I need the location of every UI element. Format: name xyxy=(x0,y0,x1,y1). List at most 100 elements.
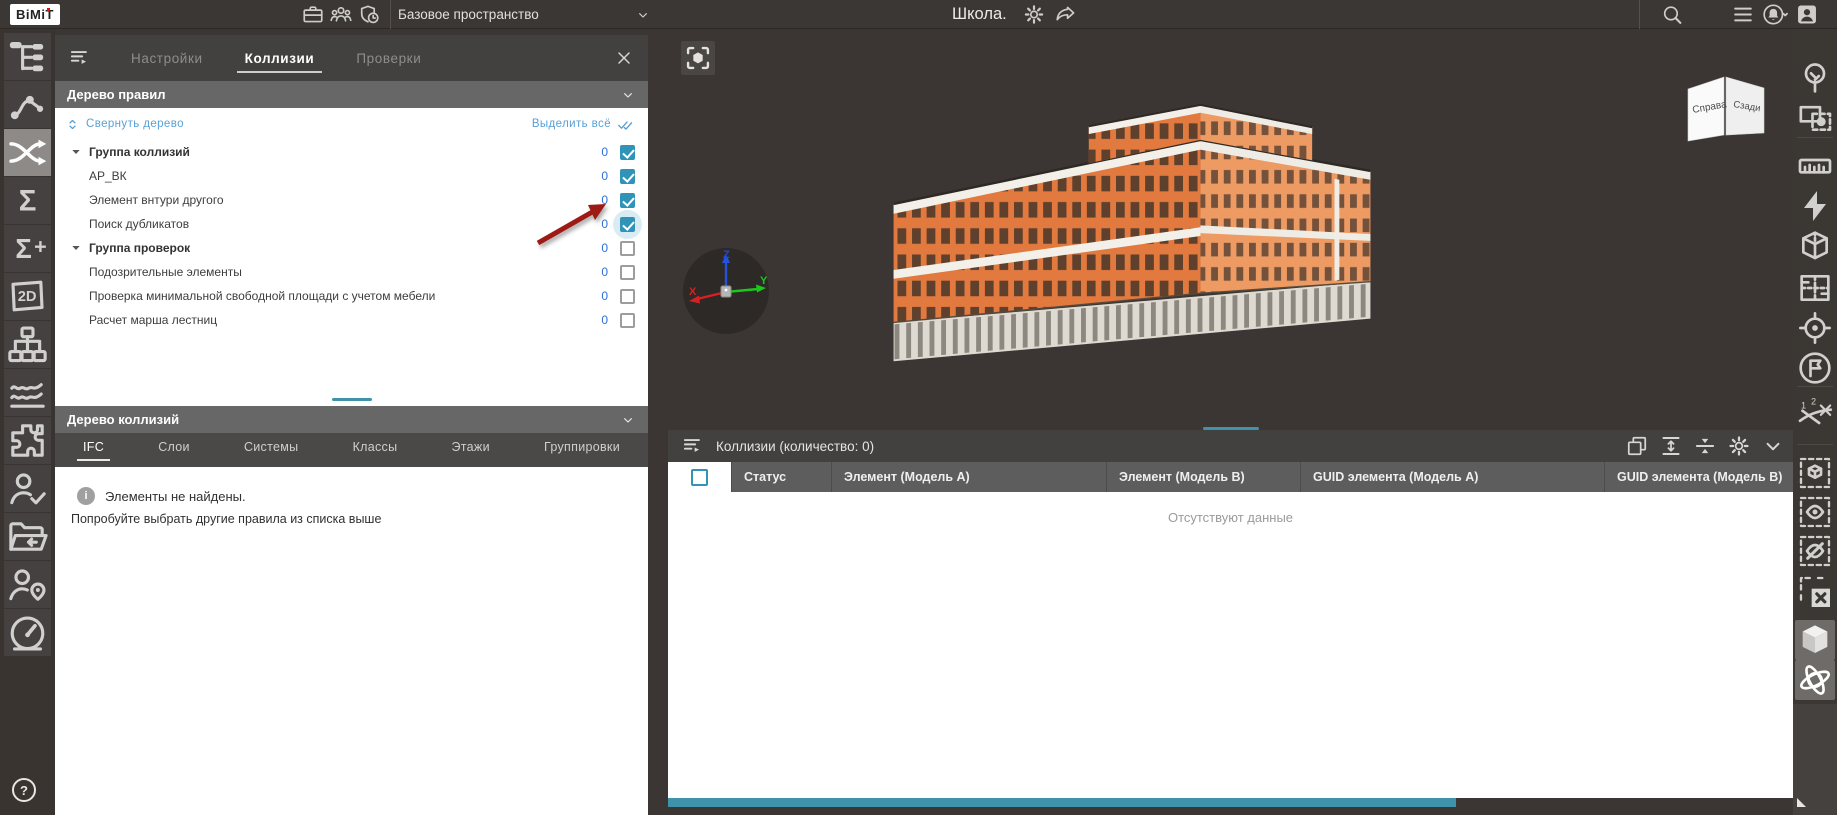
right-toolbar-flash-icon[interactable] xyxy=(1795,186,1835,226)
axis-gizmo[interactable]: Z Y X xyxy=(681,245,771,335)
panel-resize-handle[interactable] xyxy=(331,398,372,401)
collapse-tree-link[interactable]: Свернуть дерево xyxy=(65,117,184,132)
left-toolbar-collisions-icon[interactable] xyxy=(4,129,51,176)
notifications-icon[interactable] xyxy=(1760,2,1790,27)
expand-vertical-icon[interactable] xyxy=(1657,433,1685,459)
right-toolbar-tree-icon[interactable] xyxy=(1795,58,1835,98)
panel-menu-icon[interactable] xyxy=(680,433,706,459)
fit-view-button[interactable] xyxy=(681,41,715,75)
navigation-cube[interactable]: Справа Сзади xyxy=(1684,71,1768,147)
left-toolbar-sigma-plus-icon[interactable]: Σ + xyxy=(4,225,51,272)
collision-tab-группировки[interactable]: Группировки xyxy=(538,433,626,459)
duplicate-icon[interactable] xyxy=(1623,433,1651,459)
left-toolbar-user-check-icon[interactable] xyxy=(4,465,51,512)
rules-tree-header[interactable]: Дерево правил xyxy=(55,81,648,108)
help-button[interactable]: ? xyxy=(12,778,36,802)
collision-tab-этажи[interactable]: Этажи xyxy=(446,433,496,459)
left-toolbar-sigma-icon[interactable]: Σ xyxy=(4,177,51,224)
right-toolbar-view-cube-icon[interactable] xyxy=(1795,620,1835,660)
search-icon[interactable] xyxy=(1659,2,1685,27)
team-icon[interactable] xyxy=(328,2,354,27)
collision-tab-ifc[interactable]: IFC xyxy=(77,433,111,461)
rule-row[interactable]: Группа проверок 0 xyxy=(55,236,648,260)
bottom-panel-resize-handle[interactable] xyxy=(1202,427,1259,430)
rule-checkbox[interactable] xyxy=(613,209,642,239)
rule-checkbox[interactable] xyxy=(620,264,635,280)
rule-label: Группа проверок xyxy=(89,241,191,255)
left-toolbar-gauge-icon[interactable] xyxy=(4,609,51,656)
right-toolbar-selection-frames-icon[interactable] xyxy=(1795,98,1835,138)
rule-row[interactable]: Поиск дубликатов 0 xyxy=(55,209,648,239)
column-header: GUID элемента (Модель B) xyxy=(1617,470,1783,484)
settings-gear-icon[interactable] xyxy=(1021,2,1047,27)
horizontal-scrollbar xyxy=(668,798,1793,807)
collision-tab-классы[interactable]: Классы xyxy=(347,433,404,459)
left-toolbar-route-icon[interactable] xyxy=(4,81,51,128)
right-toolbar-show-box-icon[interactable] xyxy=(1795,492,1835,532)
rule-row[interactable]: АР_ВК 0 xyxy=(55,164,648,188)
settings-gear-icon[interactable] xyxy=(1725,433,1753,459)
collisions-tree-header[interactable]: Дерево коллизий xyxy=(55,406,648,433)
left-toolbar-user-location-icon[interactable] xyxy=(4,561,51,608)
scrollbar-thumb[interactable] xyxy=(668,798,1456,807)
tree-caret-icon[interactable] xyxy=(67,240,85,256)
tree-caret-icon[interactable] xyxy=(67,144,85,160)
left-toolbar-org-chart-icon[interactable] xyxy=(4,321,51,368)
close-icon[interactable] xyxy=(614,48,634,68)
right-toolbar-clear-selection-box-icon[interactable] xyxy=(1795,572,1835,612)
left-toolbar-charts-icon[interactable] xyxy=(4,369,51,416)
resize-grip-icon[interactable] xyxy=(1797,798,1806,807)
rules-tree-toolbar: Свернуть дерево Выделить всё xyxy=(55,108,648,140)
rule-checkbox[interactable] xyxy=(620,288,635,304)
viewport-canvas[interactable]: Справа Сзади Z Y X Коллизии (количество:… xyxy=(648,29,1793,815)
collision-tab-системы[interactable]: Системы xyxy=(238,433,304,459)
rule-checkbox[interactable] xyxy=(620,312,635,328)
left-toolbar-sheet-2d-icon[interactable]: 2D xyxy=(4,273,51,320)
select-all-link[interactable]: Выделить всё xyxy=(532,116,634,133)
left-toolbar-folder-share-icon[interactable] xyxy=(4,513,51,560)
collisions-tree-tabs: IFC Слои Системы Классы Этажи Группировки xyxy=(55,433,648,467)
rule-row[interactable]: Элемент внтури другого 0 xyxy=(55,188,648,212)
profile-icon[interactable] xyxy=(1794,2,1820,27)
right-toolbar-hide-box-icon[interactable] xyxy=(1795,531,1835,571)
left-toolbar-plugins-icon[interactable] xyxy=(4,417,51,464)
right-toolbar-flag-icon[interactable] xyxy=(1795,348,1835,388)
rule-checkbox[interactable] xyxy=(620,240,635,256)
axis-x-label: X xyxy=(689,286,697,298)
share-icon[interactable] xyxy=(1053,2,1079,27)
right-toolbar-locate-icon[interactable] xyxy=(1795,308,1835,348)
left-toolbar-model-tree-icon[interactable] xyxy=(4,33,51,80)
rule-count: 0 xyxy=(601,265,608,279)
shield-clock-icon[interactable] xyxy=(356,2,382,27)
collision-tab-слои[interactable]: Слои xyxy=(152,433,196,459)
right-toolbar-axes-clash-icon[interactable]: 12 xyxy=(1795,395,1835,435)
tab-настройки[interactable]: Настройки xyxy=(127,38,207,79)
rule-checkbox[interactable] xyxy=(620,144,635,160)
right-toolbar-ruler-icon[interactable] xyxy=(1795,146,1835,186)
rule-row[interactable]: Группа коллизий 0 xyxy=(55,140,648,164)
right-toolbar-isolate-box-icon[interactable] xyxy=(1795,453,1835,493)
rule-checkbox[interactable] xyxy=(620,192,635,208)
rule-checkbox[interactable] xyxy=(620,168,635,184)
list-icon[interactable] xyxy=(1730,2,1756,27)
tab-проверки[interactable]: Проверки xyxy=(352,38,425,79)
svg-text:Σ: Σ xyxy=(15,233,31,264)
app-logo[interactable]: BiMiT xyxy=(10,4,60,25)
select-all-checkbox-cell xyxy=(668,462,732,492)
tab-коллизии[interactable]: Коллизии xyxy=(236,38,323,79)
right-toolbar-section-cube-icon[interactable] xyxy=(1795,227,1835,267)
rule-row[interactable]: Расчет марша лестниц 0 xyxy=(55,308,648,332)
collisions-tree-empty-state: i Элементы не найдены. Попробуйте выбрат… xyxy=(55,467,648,526)
chevron-down-icon[interactable] xyxy=(1759,433,1787,459)
rule-row[interactable]: Подозрительные элементы 0 xyxy=(55,260,648,284)
right-toolbar-orbit-icon[interactable] xyxy=(1795,660,1835,700)
right-toolbar: 12 xyxy=(1793,29,1837,815)
right-toolbar-floor-plan-icon[interactable] xyxy=(1795,268,1835,308)
panel-menu-icon[interactable] xyxy=(67,45,93,71)
workspace-selector-label: Базовое пространство xyxy=(398,7,539,22)
briefcase-icon[interactable] xyxy=(300,2,326,27)
workspace-selector[interactable]: Базовое пространство xyxy=(398,0,651,29)
rule-row[interactable]: Проверка минимальной свободной площади с… xyxy=(55,284,648,308)
select-all-checkbox[interactable] xyxy=(691,468,708,486)
align-center-icon[interactable] xyxy=(1691,433,1719,459)
